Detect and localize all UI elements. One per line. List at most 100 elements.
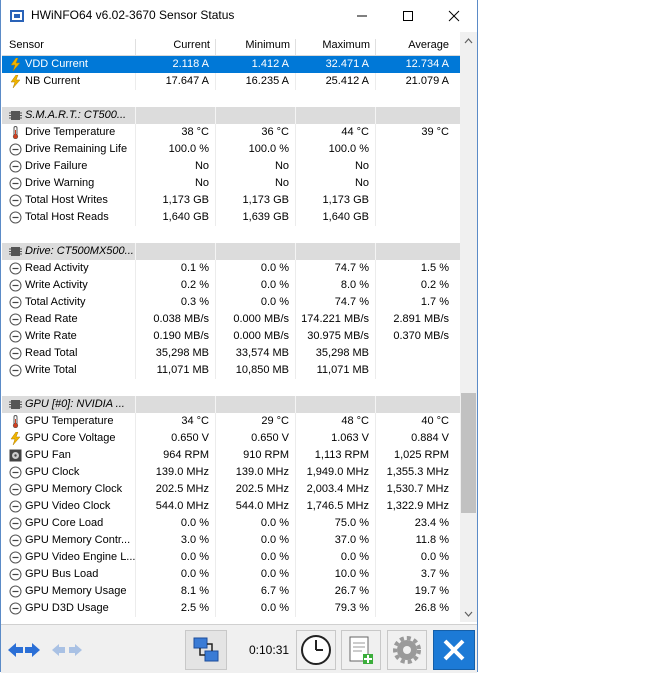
gauge-icon [9,194,22,207]
header-average[interactable]: Average [408,39,449,51]
value-max: 1.063 V [331,432,369,444]
sensor-name: Total Activity [25,296,86,308]
sensor-row[interactable]: Drive Failure No No No [2,158,460,175]
sensor-row[interactable]: GPU Memory Contr... 3.0 % 0.0 % 37.0 % 11.8 … [2,532,460,549]
scroll-down-button[interactable] [460,605,477,622]
gauge-icon [9,585,22,598]
header-minimum[interactable]: Minimum [245,39,290,51]
value-avg: 40 °C [421,415,449,427]
sensor-row[interactable]: Drive Remaining Life 100.0 % 100.0 % 100.0 … [2,141,460,158]
sensor-name: GPU Memory Usage [25,585,127,597]
close-window-button[interactable] [431,0,477,31]
value-avg: 1,322.9 MHz [386,500,449,512]
value-max: 35,298 MB [315,347,369,359]
sensor-name: GPU Temperature [25,415,114,427]
sensor-group-row[interactable]: Drive: CT500MX500... [2,243,460,260]
sensor-row[interactable]: Total Host Writes 1,173 GB 1,173 GB 1,173 G… [2,192,460,209]
header-sensor[interactable]: Sensor [9,39,44,51]
sensor-name: Drive Failure [25,160,88,172]
blank-row [2,90,460,107]
sensor-name: Read Activity [25,262,89,274]
sensor-group-row[interactable]: S.M.A.R.T.: CT500... [2,107,460,124]
sensor-row[interactable]: VDD Current 2.118 A 1.412 A 32.471 A 12.734 … [2,56,460,73]
sensor-row[interactable]: GPU Clock 139.0 MHz 139.0 MHz 1,949.0 MHz 1,… [2,464,460,481]
value-min: 0.0 % [260,602,289,614]
value-min: 0.0 % [260,279,289,291]
value-max: 1,746.5 MHz [306,500,369,512]
value-min: 33,574 MB [235,347,289,359]
value-max: 30.975 MB/s [307,330,369,342]
logging-button[interactable] [341,630,381,670]
value-max: 79.3 % [334,602,369,614]
minimize-button[interactable] [339,0,385,31]
header-current[interactable]: Current [173,39,210,51]
sensor-row[interactable]: Read Activity 0.1 % 0.0 % 74.7 % 1.5 % [2,260,460,277]
sensor-row[interactable]: Read Total 35,298 MB 33,574 MB 35,298 MB [2,345,460,362]
sensor-row[interactable]: GPU Video Clock 544.0 MHz 544.0 MHz 1,746.5… [2,498,460,515]
sensor-row[interactable]: GPU Temperature 34 °C 29 °C 48 °C 40 °C [2,413,460,430]
sensor-row[interactable]: Read Rate 0.038 MB/s 0.000 MB/s 174.221 MB/… [2,311,460,328]
sensor-row[interactable]: Drive Warning No No No [2,175,460,192]
value-cur: 11,071 MB [156,364,209,376]
sensor-row[interactable]: GPU Memory Usage 8.1 % 6.7 % 26.7 % 19.7 % [2,583,460,600]
value-min: 16.235 A [245,75,289,87]
value-min: 6.7 % [260,585,289,597]
sensor-row[interactable]: GPU D3D Usage 2.5 % 0.0 % 79.3 % 26.8 % [2,600,460,617]
bottom-toolbar: 0:10:31 [1,624,477,673]
clock-button[interactable] [296,630,336,670]
scroll-up-button[interactable] [460,32,477,49]
sensor-name: Read Rate [25,313,78,325]
value-max: 48 °C [341,415,369,427]
collapse-expand-button[interactable] [5,632,43,668]
sensor-row[interactable]: GPU Core Voltage 0.650 V 0.650 V 1.063 V 0.8… [2,430,460,447]
close-icon [448,10,460,21]
value-max: 0.0 % [340,551,369,563]
sensor-row[interactable]: NB Current 17.647 A 16.235 A 25.412 A 21.079… [2,73,460,90]
value-avg: 26.8 % [414,602,449,614]
sensor-row[interactable]: Total Host Reads 1,640 GB 1,639 GB 1,640 GB [2,209,460,226]
reset-layout-button[interactable] [49,632,85,668]
sensor-row[interactable]: Drive Temperature 38 °C 36 °C 44 °C 39 °C [2,124,460,141]
value-max: 37.0 % [334,534,369,546]
scroll-thumb[interactable] [461,393,476,513]
value-cur: No [194,160,209,172]
value-min: 29 °C [261,415,289,427]
value-avg: 1,530.7 MHz [386,483,449,495]
maximize-button[interactable] [385,0,431,31]
value-max: 2,003.4 MHz [306,483,369,495]
value-avg: 1,025 RPM [393,449,449,461]
sensor-row[interactable]: Write Activity 0.2 % 0.0 % 8.0 % 0.2 % [2,277,460,294]
gauge-icon [9,296,22,309]
close-sensors-button[interactable] [433,630,475,670]
value-min: 1,639 GB [242,211,289,223]
value-max: 10.0 % [334,568,369,580]
value-max: No [354,177,369,189]
gauge-icon [9,517,22,530]
sensor-row[interactable]: Total Activity 0.3 % 0.0 % 74.7 % 1.7 % [2,294,460,311]
sensor-row[interactable]: Write Total 11,071 MB 10,850 MB 11,071 MB [2,362,460,379]
value-max: 174.221 MB/s [301,313,369,325]
value-max: 100.0 % [328,143,369,155]
gauge-icon [9,262,22,275]
value-max: 1,640 GB [322,211,369,223]
sensor-row[interactable]: GPU Video Engine L... 0.0 % 0.0 % 0.0 % 0.0 … [2,549,460,566]
sensor-row[interactable]: GPU Memory Clock 202.5 MHz 202.5 MHz 2,003.… [2,481,460,498]
sensor-row[interactable]: Write Rate 0.190 MB/s 0.000 MB/s 30.975 MB/… [2,328,460,345]
sensor-row[interactable]: GPU Bus Load 0.0 % 0.0 % 10.0 % 3.7 % [2,566,460,583]
value-min: 0.0 % [260,568,289,580]
sensor-name: GPU Core Voltage [25,432,116,444]
sensor-name: Drive: CT500MX500... [25,245,134,257]
sensor-row[interactable]: GPU Fan 964 RPM 910 RPM 1,113 RPM 1,025 RPM [2,447,460,464]
value-avg: 0.884 V [411,432,449,444]
value-avg: 1.7 % [420,296,449,308]
settings-button[interactable] [387,630,427,670]
value-avg: 11.8 % [415,534,449,546]
network-button[interactable] [185,630,227,670]
vertical-scrollbar[interactable] [460,32,477,622]
gauge-icon [9,466,22,479]
sensor-row[interactable]: GPU Core Load 0.0 % 0.0 % 75.0 % 23.4 % [2,515,460,532]
sensor-group-row[interactable]: GPU [#0]: NVIDIA ... [2,396,460,413]
value-min: 202.5 MHz [235,483,289,495]
lightning-icon [9,74,22,89]
header-maximum[interactable]: Maximum [322,39,370,51]
